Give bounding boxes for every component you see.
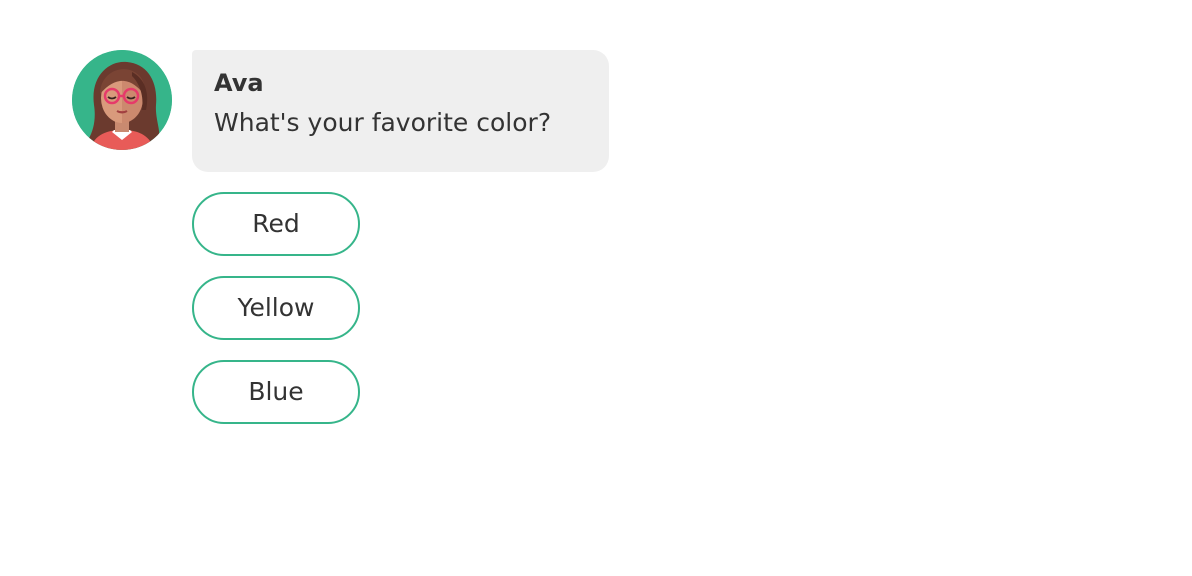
option-yellow-button[interactable]: Yellow <box>192 276 360 340</box>
avatar <box>72 50 172 150</box>
option-blue-button[interactable]: Blue <box>192 360 360 424</box>
quick-reply-options: Red Yellow Blue <box>192 192 360 444</box>
message-text: What's your favorite color? <box>214 108 552 137</box>
option-red-button[interactable]: Red <box>192 192 360 256</box>
message-bubble: Ava What's your favorite color? <box>192 50 609 172</box>
sender-name: Ava <box>214 69 264 97</box>
chat-thread: Ava What's your favorite color? Red Yell… <box>0 0 1192 576</box>
woman-with-glasses-avatar-icon <box>72 50 172 150</box>
